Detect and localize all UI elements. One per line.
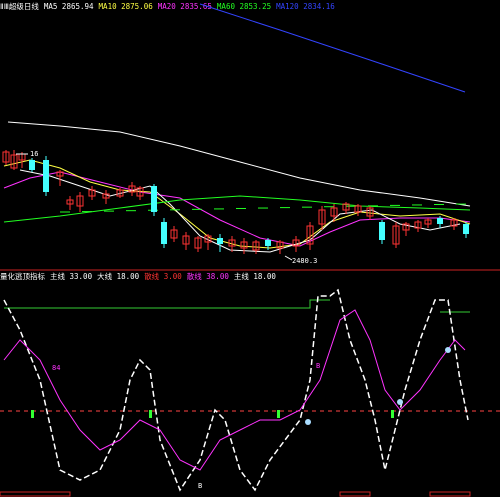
indicator-bottom-bar (339, 491, 371, 497)
signal-dot (445, 347, 451, 353)
indicator-marker-label: B (198, 482, 202, 490)
indicator-white-line (3, 288, 469, 492)
indicator-marker-label: 84 (52, 364, 60, 372)
low-price-pointer (284, 255, 293, 261)
signal-dot (397, 399, 403, 405)
ma120-line (199, 3, 466, 93)
candle-body (437, 218, 443, 224)
candle-body (463, 224, 469, 234)
ma-magenta-line (3, 171, 471, 247)
candle-body (379, 222, 385, 240)
low-price-label: 2480.3 (292, 257, 317, 265)
candle-body (43, 160, 49, 192)
candle-body (265, 240, 271, 246)
ma-white-short (19, 169, 461, 253)
signal-dot (305, 419, 311, 425)
high-price-label: 16 (30, 150, 38, 158)
candle-body (151, 186, 157, 212)
signal-tick (31, 410, 34, 418)
stock-chart[interactable]: 16 2480.3 84 B B (0, 0, 500, 497)
candle-body (29, 160, 35, 170)
ma-yellow-line (3, 159, 471, 249)
candle-body (161, 222, 167, 244)
moving-average-lines (3, 3, 471, 253)
indicator-top-reference (4, 299, 330, 309)
signal-tick (277, 410, 280, 418)
candlesticks (2, 150, 469, 254)
indicator-panel: 84 B B (0, 288, 500, 497)
signal-tick (149, 410, 152, 418)
indicator-marker-label: B (316, 362, 320, 370)
indicator-bottom-bar (0, 491, 71, 497)
ma60-line-white (7, 121, 471, 207)
signal-tick (391, 410, 394, 418)
indicator-bottom-bar (429, 491, 471, 497)
candle-body (217, 238, 223, 244)
indicator-magenta-line (3, 309, 466, 471)
